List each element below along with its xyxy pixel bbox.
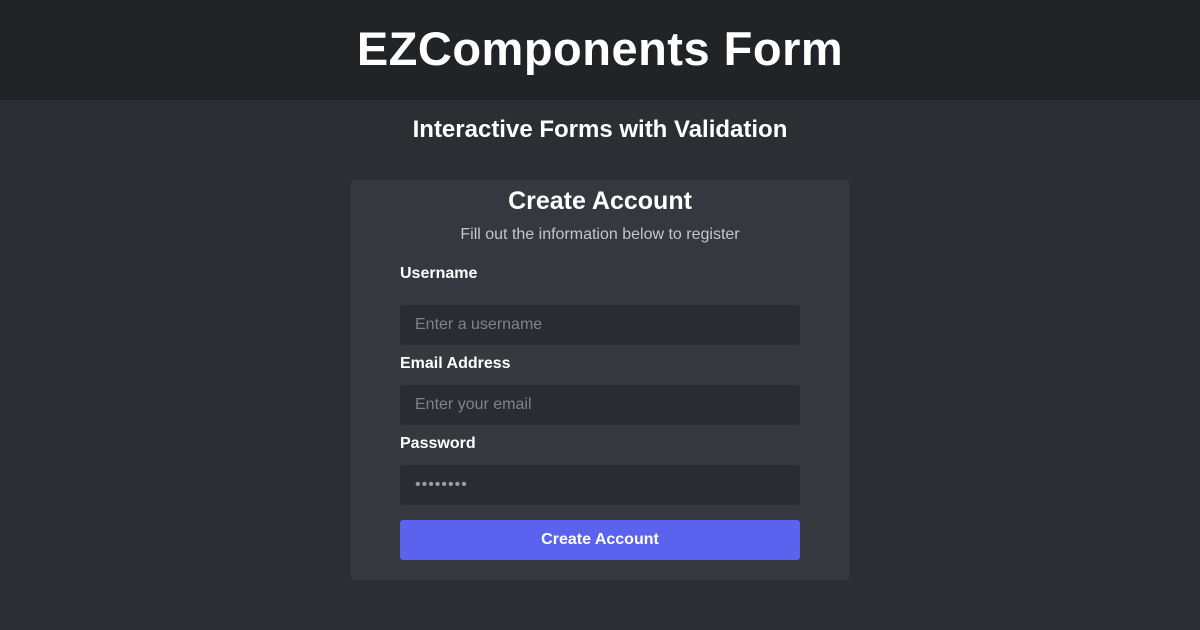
username-input[interactable] xyxy=(400,305,800,345)
email-input[interactable] xyxy=(400,385,800,425)
top-header: EZComponents Form xyxy=(0,0,1200,100)
form-description: Fill out the information below to regist… xyxy=(460,226,740,243)
password-input[interactable] xyxy=(400,465,800,505)
password-label: Password xyxy=(400,435,476,452)
username-label: Username xyxy=(400,265,478,282)
form-title: Create Account xyxy=(508,187,692,215)
page-subtitle: Interactive Forms with Validation xyxy=(412,116,788,143)
create-account-button[interactable]: Create Account xyxy=(400,520,800,560)
email-label: Email Address xyxy=(400,355,511,372)
site-title: EZComponents Form xyxy=(356,21,844,75)
